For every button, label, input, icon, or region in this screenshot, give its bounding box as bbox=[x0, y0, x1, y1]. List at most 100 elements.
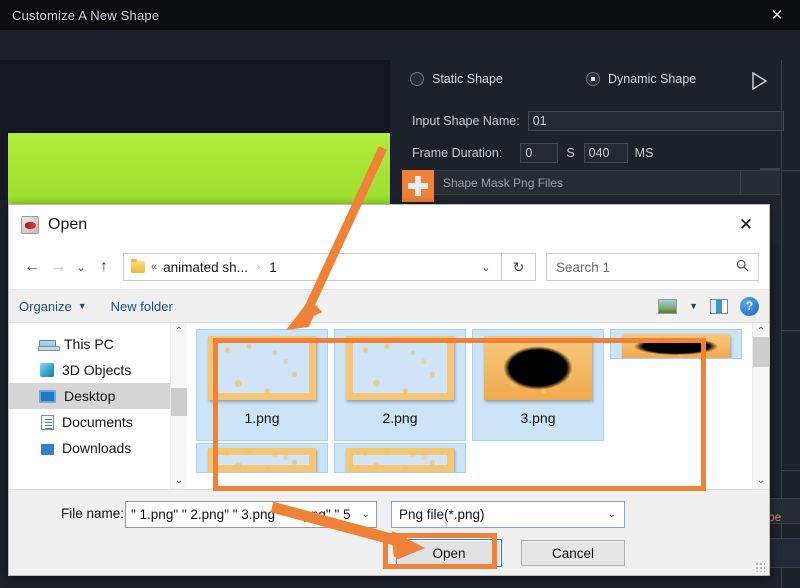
radio-static-shape[interactable]: Static Shape bbox=[410, 72, 503, 86]
play-triangle-icon[interactable] bbox=[748, 70, 770, 97]
file-name-field-label: File name: bbox=[61, 506, 125, 521]
shape-preview-green-bar bbox=[8, 133, 390, 208]
up-one-level-icon[interactable]: ↑ bbox=[91, 253, 117, 281]
this-pc-icon bbox=[38, 339, 60, 351]
ms-unit-label: MS bbox=[634, 146, 654, 160]
dialog-navigation-bar: ← → ⌄ ↑ « animated sh... › 1 ⌄ ↻ Search … bbox=[9, 245, 769, 289]
resize-grip[interactable] bbox=[755, 562, 765, 572]
chevron-down-icon[interactable]: ⌄ bbox=[608, 509, 616, 520]
file-thumbnail bbox=[484, 336, 592, 400]
sidebar-item-label: This PC bbox=[64, 336, 114, 352]
dialog-close-icon[interactable]: ✕ bbox=[723, 205, 769, 245]
file-name-input[interactable]: " 1.png" " 2.png" " 3.png" " 4.png" " 5 … bbox=[125, 501, 377, 528]
refresh-icon[interactable]: ↻ bbox=[502, 253, 536, 281]
sidebar-item-downloads[interactable]: Downloads bbox=[9, 435, 187, 461]
desktop-icon bbox=[39, 389, 56, 403]
breadcrumb[interactable]: « animated sh... › 1 ⌄ bbox=[123, 253, 502, 281]
list-item[interactable] bbox=[196, 443, 328, 473]
file-list-scrollbar[interactable]: ⌃ ⌄ bbox=[752, 323, 770, 489]
sidebar-item-desktop[interactable]: Desktop bbox=[9, 383, 187, 409]
dialog-title-bar: Open ✕ bbox=[9, 205, 769, 245]
frame-seconds-input[interactable]: 0 bbox=[520, 143, 559, 163]
sidebar-item-label: Documents bbox=[62, 414, 133, 430]
back-icon[interactable]: ← bbox=[19, 253, 45, 281]
cancel-button[interactable]: Cancel bbox=[521, 540, 625, 566]
frame-duration-label: Frame Duration: bbox=[412, 146, 503, 160]
open-button[interactable]: Open bbox=[397, 540, 501, 566]
file-thumbnail bbox=[208, 336, 316, 400]
plus-icon bbox=[408, 176, 428, 196]
organize-button[interactable]: Organize bbox=[19, 299, 72, 314]
forward-icon[interactable]: → bbox=[45, 253, 71, 281]
breadcrumb-parent[interactable]: animated sh... bbox=[163, 260, 248, 275]
sidebar-item-documents[interactable]: Documents bbox=[9, 409, 187, 435]
file-type-select[interactable]: Png file(*.png) ⌄ bbox=[391, 501, 625, 528]
radio-dynamic-shape[interactable]: Dynamic Shape bbox=[586, 72, 696, 86]
file-list-pane: 1.png 2.png 3.png ⌃ ⌄ bbox=[187, 323, 770, 489]
sidebar-item-3d-objects[interactable]: 3D Objects bbox=[9, 357, 187, 383]
scroll-track[interactable] bbox=[170, 340, 187, 472]
add-png-button[interactable] bbox=[402, 170, 434, 202]
dialog-command-bar: Organize ▼ New folder ▼ ? bbox=[9, 289, 769, 323]
file-list[interactable]: 1.png 2.png 3.png bbox=[187, 323, 752, 489]
documents-icon bbox=[41, 414, 54, 430]
recent-locations-icon[interactable]: ⌄ bbox=[71, 253, 91, 281]
list-item[interactable]: 1.png bbox=[196, 329, 328, 441]
background-row-divider-1 bbox=[782, 170, 800, 171]
sidebar-item-label: Downloads bbox=[62, 440, 132, 456]
scroll-thumb[interactable] bbox=[170, 388, 187, 416]
file-thumbnail bbox=[346, 336, 454, 400]
3d-objects-icon bbox=[40, 363, 54, 377]
breadcrumb-prefix: « bbox=[151, 261, 158, 273]
scroll-track[interactable] bbox=[753, 340, 770, 472]
list-item[interactable] bbox=[610, 329, 742, 359]
file-name-label: 1.png bbox=[244, 410, 280, 426]
radio-static-label: Static Shape bbox=[432, 72, 503, 86]
close-icon[interactable]: ✕ bbox=[754, 0, 800, 30]
list-item[interactable]: 3.png bbox=[472, 329, 604, 441]
list-item[interactable]: 2.png bbox=[334, 329, 466, 441]
list-item[interactable] bbox=[334, 443, 466, 473]
organize-caret-icon[interactable]: ▼ bbox=[78, 301, 87, 311]
chevron-down-icon[interactable]: ⌄ bbox=[471, 261, 501, 274]
shape-name-label: Input Shape Name: bbox=[412, 114, 520, 128]
file-thumbnail bbox=[346, 448, 454, 472]
scroll-down-icon[interactable]: ⌄ bbox=[753, 472, 770, 489]
file-name-label: 3.png bbox=[520, 410, 556, 426]
scroll-down-icon[interactable]: ⌄ bbox=[171, 472, 188, 489]
dialog-command-bar-right: ▼ ? bbox=[658, 296, 759, 316]
navigation-pane: This PC 3D Objects Desktop Documents Dow… bbox=[9, 323, 187, 489]
new-folder-button[interactable]: New folder bbox=[111, 299, 173, 314]
dialog-title: Open bbox=[48, 216, 88, 233]
background-row-divider-3 bbox=[782, 470, 800, 471]
help-icon[interactable]: ? bbox=[740, 296, 759, 316]
shape-name-input[interactable]: 01 bbox=[527, 111, 784, 131]
column-header-png-files: Shape Mask Png Files bbox=[443, 175, 564, 190]
sidebar-item-label: Desktop bbox=[64, 388, 116, 404]
background-row-divider-2 bbox=[782, 330, 800, 331]
page-title: Customize A New Shape bbox=[12, 7, 160, 23]
scroll-up-icon[interactable]: ⌃ bbox=[171, 323, 188, 340]
downloads-icon bbox=[41, 444, 54, 455]
navigation-pane-scrollbar[interactable]: ⌃ ⌄ bbox=[170, 323, 187, 489]
dialog-main-area: This PC 3D Objects Desktop Documents Dow… bbox=[9, 323, 770, 489]
search-icon bbox=[736, 259, 749, 275]
open-file-dialog: Open ✕ ← → ⌄ ↑ « animated sh... › 1 ⌄ ↻ … bbox=[8, 204, 770, 576]
chevron-down-icon[interactable]: ⌄ bbox=[362, 509, 370, 520]
file-name-value: " 1.png" " 2.png" " 3.png" " 4.png" " 5 bbox=[131, 507, 351, 522]
file-thumbnail bbox=[622, 334, 730, 358]
view-caret-icon[interactable]: ▼ bbox=[689, 301, 698, 311]
radio-dot-static-icon bbox=[410, 72, 424, 86]
dialog-footer: File name: " 1.png" " 2.png" " 3.png" " … bbox=[9, 489, 769, 575]
chevron-right-icon: › bbox=[256, 261, 261, 273]
breadcrumb-current[interactable]: 1 bbox=[269, 260, 277, 275]
frame-ms-input[interactable]: 040 bbox=[583, 143, 628, 163]
preview-pane-icon[interactable] bbox=[710, 298, 728, 314]
frame-duration-row: Frame Duration: 0 S 040 MS bbox=[412, 143, 653, 163]
sidebar-item-label: 3D Objects bbox=[62, 362, 132, 378]
view-thumbnails-icon[interactable] bbox=[658, 298, 678, 314]
search-input[interactable]: Search 1 bbox=[546, 253, 759, 281]
background-panel-lower bbox=[765, 538, 800, 568]
sidebar-item-this-pc[interactable]: This PC bbox=[9, 331, 187, 357]
background-row-divider-top bbox=[760, 168, 780, 170]
